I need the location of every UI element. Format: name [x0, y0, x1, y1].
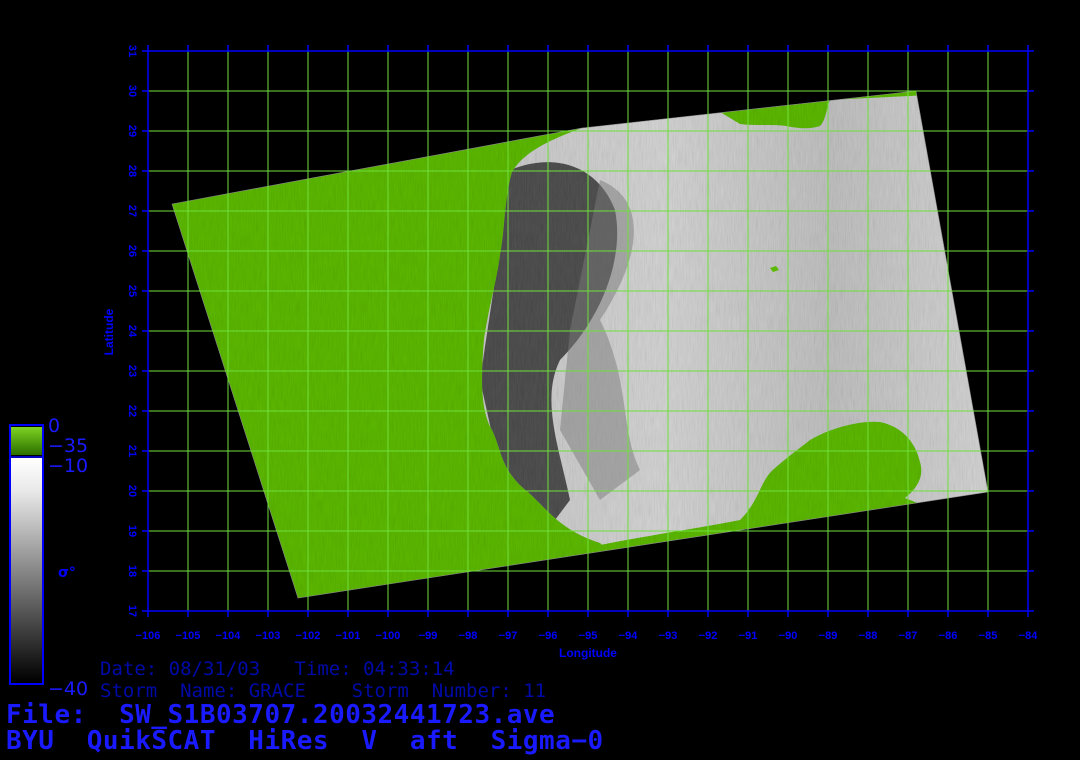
y-tick-label: 31 [126, 45, 138, 57]
y-axis-title: Latitude [102, 308, 116, 355]
storm-info-line: Storm Name: GRACE Storm Number: 11 [100, 680, 547, 702]
colorbar: 0 −35 −10 −40 σ° [9, 415, 88, 700]
x-tick-label: −104 [216, 630, 242, 642]
x-tick-label: −98 [459, 630, 478, 642]
x-tick-label: −106 [136, 630, 161, 642]
x-tick-label: −97 [499, 630, 518, 642]
y-tick-label: 24 [126, 325, 138, 338]
x-tick-label: −92 [699, 630, 718, 642]
y-tick-label: 19 [126, 525, 138, 537]
map-figure: −106 −105 −104 −103 −102 −101 −100 −99 −98 −97 −96… [9, 45, 1039, 700]
x-tick-label: −95 [579, 630, 598, 642]
colorbar-sigma-bottom: −40 [48, 678, 88, 700]
y-tick-label: 18 [126, 565, 138, 577]
y-tick-label: 17 [126, 605, 138, 617]
product-title-line: BYU QuikSCAT HiRes V aft Sigma−0 [6, 726, 604, 756]
colorbar-land-top: 0 [48, 415, 60, 437]
x-tick-label: −93 [659, 630, 678, 642]
date-time-line: Date: 08/31/03 Time: 04:33:14 [100, 658, 455, 680]
y-tick-label: 20 [126, 485, 138, 497]
y-tick-label: 23 [126, 365, 138, 377]
x-tick-label: −96 [539, 630, 558, 642]
x-axis-title: Longitude [559, 646, 617, 660]
y-tick-label: 29 [126, 125, 138, 137]
x-tick-label: −94 [619, 630, 639, 642]
colorbar-sigma-top: −10 [48, 455, 88, 477]
x-tick-label: −91 [739, 630, 758, 642]
y-tick-label: 25 [126, 285, 138, 297]
y-tick-label: 30 [126, 85, 138, 97]
x-tick-label: −100 [376, 630, 401, 642]
x-tick-label: −86 [939, 630, 958, 642]
x-tick-label: −89 [819, 630, 838, 642]
x-tick-label: −99 [419, 630, 438, 642]
y-tick-label: 22 [126, 405, 138, 417]
x-tick-label: −102 [296, 630, 321, 642]
colorbar-land-bottom: −35 [48, 435, 88, 457]
x-tick-label: −88 [859, 630, 878, 642]
x-tick-label: −103 [256, 630, 281, 642]
y-tick-label: 28 [126, 165, 138, 177]
x-tick-label: −87 [899, 630, 918, 642]
satellite-swath [172, 91, 988, 598]
y-tick-label: 27 [126, 205, 138, 217]
x-tick-label: −85 [979, 630, 998, 642]
x-tick-label: −101 [336, 630, 361, 642]
colorbar-land-swatch [11, 427, 42, 455]
y-tick-label: 21 [126, 445, 138, 457]
y-tick-label: 26 [126, 245, 138, 257]
x-tick-label: −84 [1019, 630, 1039, 642]
x-tick-label: −105 [176, 630, 201, 642]
colorbar-label: σ° [58, 565, 76, 581]
x-tick-label: −90 [779, 630, 798, 642]
colorbar-sigma-gradient [11, 458, 42, 682]
